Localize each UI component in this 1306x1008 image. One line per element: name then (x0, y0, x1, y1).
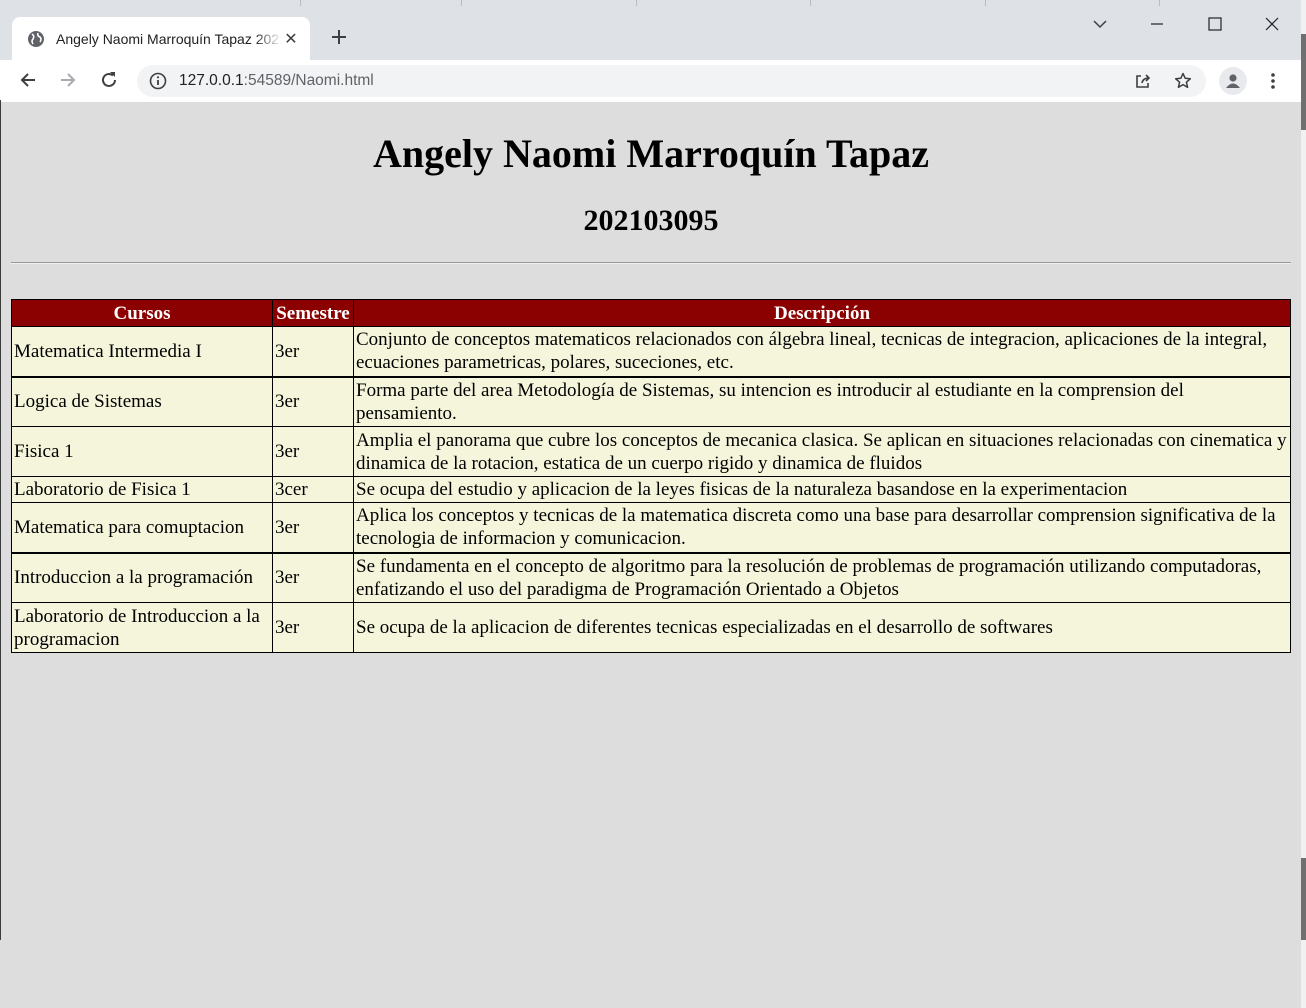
background-tab-edge (1159, 0, 1160, 6)
course-name: Matematica Intermedia I (11, 326, 273, 378)
background-tab-edge (300, 0, 301, 6)
browser-chrome: Angely Naomi Marroquín Tapaz 202103095 ✕ (0, 0, 1301, 102)
course-name: Laboratorio de Fisica 1 (11, 476, 273, 503)
globe-icon (27, 30, 45, 48)
table-row: Fisica 1 3er Amplia el panorama que cubr… (11, 426, 1291, 477)
course-semester: 3er (272, 552, 354, 603)
scrollbar-thumb[interactable] (1301, 34, 1306, 130)
table-row: Logica de Sistemas 3er Forma parte del a… (11, 376, 1291, 427)
background-tab-edge (985, 0, 986, 6)
table-row: Laboratorio de Introduccion a la program… (11, 602, 1291, 653)
background-tab-edge (636, 0, 637, 6)
student-id: 202103095 (583, 204, 719, 237)
tab-strip: Angely Naomi Marroquín Tapaz 202103095 ✕ (0, 0, 1301, 60)
forward-button[interactable] (52, 64, 84, 96)
course-name: Introduccion a la programación (11, 552, 273, 603)
column-header-semestre: Semestre (272, 299, 354, 327)
plus-icon (332, 30, 346, 44)
course-description: Se fundamenta en el concepto de algoritm… (353, 552, 1291, 603)
course-name: Logica de Sistemas (11, 376, 273, 427)
course-description: Conjunto de conceptos matematicos relaci… (353, 326, 1291, 378)
tab-search-button[interactable] (1084, 8, 1116, 40)
column-header-descripcion: Descripción (353, 299, 1291, 327)
course-description: Aplica los conceptos y tecnicas de la ma… (353, 502, 1291, 554)
browser-toolbar: 127.0.0.1:54589/Naomi.html (0, 60, 1301, 102)
course-name: Fisica 1 (11, 426, 273, 477)
desktop-scrollbar[interactable] (1301, 0, 1306, 1008)
scrollbar-thumb[interactable] (1301, 858, 1306, 940)
star-icon[interactable] (1172, 70, 1194, 92)
reload-icon (102, 72, 116, 87)
back-arrow-icon (20, 73, 35, 87)
browser-menu-button[interactable] (1263, 70, 1283, 92)
maximize-button[interactable] (1199, 8, 1231, 40)
window-close-icon (1265, 17, 1279, 31)
course-semester: 3cer (272, 476, 354, 503)
column-header-cursos: Cursos (11, 299, 273, 327)
tab-title: Angely Naomi Marroquín Tapaz 202103095 (56, 30, 282, 47)
table-row: Matematica para comuptacion 3er Aplica l… (11, 502, 1291, 554)
page-content: Angely Naomi Marroquín Tapaz 202103095 C… (1, 102, 1301, 1008)
info-icon[interactable] (149, 72, 167, 90)
new-tab-button[interactable] (326, 24, 352, 50)
share-icon[interactable] (1132, 70, 1154, 92)
back-button[interactable] (12, 64, 44, 96)
minimize-icon (1151, 23, 1163, 25)
profile-icon (1226, 74, 1240, 88)
more-vert-icon (1271, 73, 1275, 89)
course-name: Matematica para comuptacion (11, 502, 273, 554)
course-description: Amplia el panorama que cubre los concept… (353, 426, 1291, 477)
profile-button[interactable] (1219, 67, 1247, 95)
chevron-down-icon (1093, 20, 1107, 29)
url-path: :54589/Naomi.html (243, 72, 374, 89)
course-description: Se ocupa del estudio y aplicacion de la … (353, 476, 1291, 503)
course-semester: 3er (272, 426, 354, 477)
table-row: Introduccion a la programación 3er Se fu… (11, 552, 1291, 603)
course-description: Se ocupa de la aplicacion de diferentes … (353, 602, 1291, 653)
url-host: 127.0.0.1 (179, 72, 244, 89)
background-tab-edge (461, 0, 462, 6)
course-semester: 3er (272, 602, 354, 653)
minimize-button[interactable] (1141, 8, 1173, 40)
course-semester: 3er (272, 376, 354, 427)
course-name: Laboratorio de Introduccion a la program… (11, 602, 273, 653)
address-bar[interactable]: 127.0.0.1:54589/Naomi.html (137, 65, 1206, 97)
course-description: Forma parte del area Metodología de Sist… (353, 376, 1291, 427)
url-text[interactable]: 127.0.0.1:54589/Naomi.html (179, 72, 374, 90)
table-header-row: Cursos Semestre Descripción (11, 299, 1291, 327)
background-tab-edge (810, 0, 811, 6)
page-title: Angely Naomi Marroquín Tapaz (373, 131, 929, 176)
course-semester: 3er (272, 326, 354, 378)
divider (11, 262, 1291, 264)
active-tab[interactable]: Angely Naomi Marroquín Tapaz 202103095 ✕ (12, 17, 310, 60)
window-close-button[interactable] (1256, 8, 1288, 40)
courses-table: Cursos Semestre Descripción Matematica I… (11, 299, 1291, 653)
maximize-icon (1208, 17, 1222, 31)
table-row: Matematica Intermedia I 3er Conjunto de … (11, 326, 1291, 378)
table-row: Laboratorio de Fisica 1 3cer Se ocupa de… (11, 476, 1291, 503)
reload-button[interactable] (93, 64, 125, 96)
close-icon[interactable]: ✕ (282, 30, 300, 48)
forward-arrow-icon (61, 73, 76, 87)
course-semester: 3er (272, 502, 354, 554)
